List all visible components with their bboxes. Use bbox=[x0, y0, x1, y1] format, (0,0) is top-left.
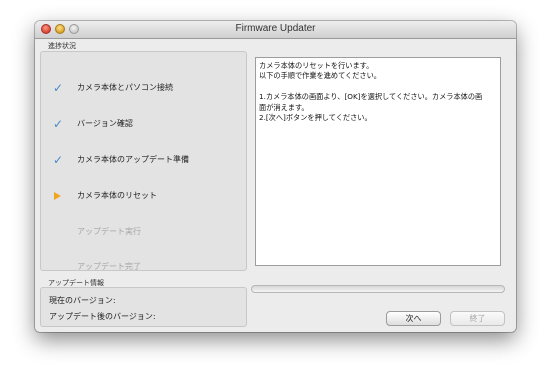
step-label: アップデート完了 bbox=[77, 262, 141, 271]
instruction-line: 以下の手順で作業を進めてください。 bbox=[259, 71, 381, 81]
update-info-panel: 現在のバージョン: アップデート後のバージョン: bbox=[40, 287, 247, 327]
step-version-check: ✓ バージョン確認 bbox=[41, 117, 237, 131]
step-label: カメラ本体とパソコン接続 bbox=[77, 83, 173, 92]
step-label: バージョン確認 bbox=[77, 119, 133, 128]
instructions-text-area[interactable]: カメラ本体のリセットを行います。 以下の手順で作業を進めてください。 1.カメラ… bbox=[255, 57, 501, 266]
step-label: カメラ本体のアップデート準備 bbox=[77, 155, 189, 164]
updated-version-label: アップデート後のバージョン: bbox=[49, 312, 156, 321]
step-update-execution: アップデート実行 bbox=[41, 225, 237, 239]
current-step-arrow-icon bbox=[54, 192, 61, 200]
progress-steps-panel: ✓ カメラ本体とパソコン接続 ✓ バージョン確認 ✓ カメラ本体のアップデート準… bbox=[40, 51, 247, 271]
checkmark-icon: ✓ bbox=[52, 81, 64, 95]
step-update-preparation: ✓ カメラ本体のアップデート準備 bbox=[41, 153, 237, 167]
title-bar: Firmware Updater bbox=[35, 21, 516, 39]
firmware-updater-window: Firmware Updater 進捗状況 ✓ カメラ本体とパソコン接続 ✓ バ… bbox=[35, 21, 516, 332]
next-button[interactable]: 次へ bbox=[386, 311, 441, 326]
update-progress-bar bbox=[251, 285, 505, 293]
step-camera-reset: カメラ本体のリセット bbox=[41, 189, 237, 203]
step-camera-pc-connection: ✓ カメラ本体とパソコン接続 bbox=[41, 81, 237, 95]
instruction-line bbox=[259, 82, 497, 92]
checkmark-icon: ✓ bbox=[52, 153, 64, 167]
step-label: カメラ本体のリセット bbox=[77, 191, 157, 200]
instruction-line: 1.カメラ本体の画面より、[OK]を選択してください。カメラ本体の画 bbox=[259, 92, 483, 102]
instruction-line: 2.[次へ]ボタンを押してください。 bbox=[259, 113, 372, 123]
current-version-label: 現在のバージョン: bbox=[49, 296, 116, 305]
instruction-line: カメラ本体のリセットを行います。 bbox=[259, 61, 374, 70]
instruction-line: 面が消えます。 bbox=[259, 102, 309, 112]
step-label: アップデート実行 bbox=[77, 227, 141, 236]
finish-button[interactable]: 終了 bbox=[450, 311, 505, 326]
step-update-complete: アップデート完了 bbox=[41, 260, 237, 274]
progress-section-label: 進捗状況 bbox=[48, 42, 76, 50]
checkmark-icon: ✓ bbox=[52, 117, 64, 131]
window-title: Firmware Updater bbox=[235, 23, 316, 34]
